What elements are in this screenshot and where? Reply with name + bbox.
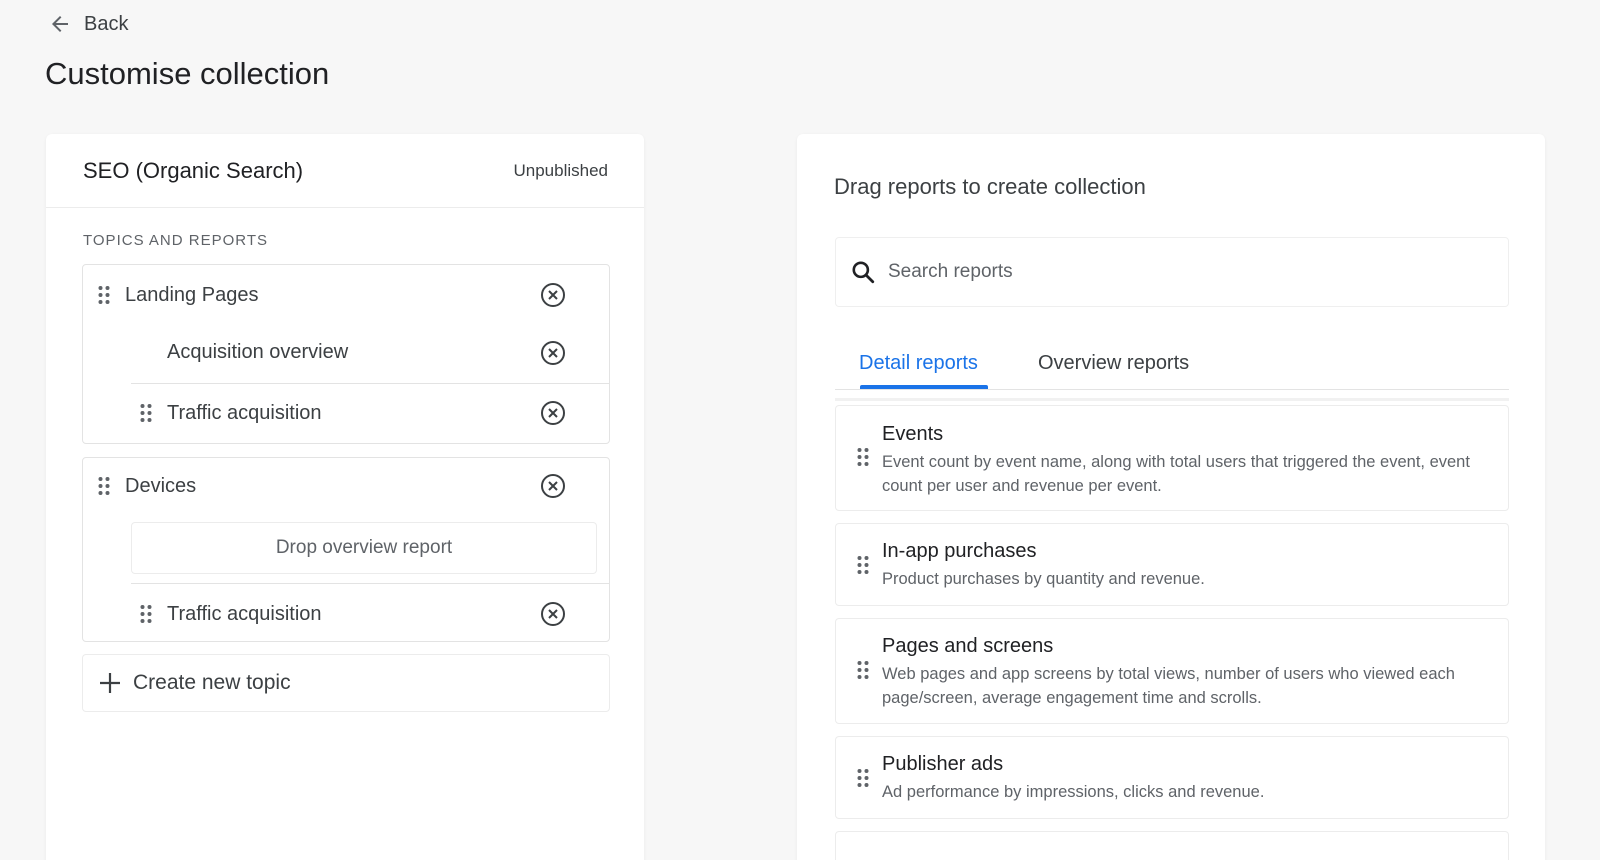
collection-header: SEO (Organic Search) Unpublished bbox=[46, 134, 644, 208]
close-circle-icon bbox=[541, 602, 565, 626]
divider bbox=[131, 583, 609, 584]
topic-header-row: Devices bbox=[97, 474, 196, 498]
report-description: Ad performance by impressions, clicks an… bbox=[882, 783, 1265, 801]
report-title: Pages and screens bbox=[882, 635, 1054, 657]
report-library-panel: Drag reports to create collection Detail… bbox=[797, 134, 1545, 860]
search-box[interactable] bbox=[835, 237, 1509, 307]
drag-handle-icon[interactable] bbox=[139, 402, 153, 424]
report-card-publisher-ads[interactable]: Publisher ads Ad performance by impressi… bbox=[835, 736, 1509, 819]
report-row[interactable]: Traffic acquisition bbox=[139, 602, 322, 626]
report-title: Events bbox=[882, 423, 944, 445]
remove-report-button[interactable] bbox=[540, 601, 566, 627]
drag-handle-icon[interactable] bbox=[97, 475, 111, 497]
arrow-left-icon bbox=[52, 16, 68, 32]
drag-handle-icon[interactable] bbox=[856, 659, 870, 686]
remove-topic-button[interactable] bbox=[540, 473, 566, 499]
status-badge: Unpublished bbox=[513, 160, 608, 180]
report-title: Publisher ads bbox=[882, 753, 1004, 775]
topic-landing-pages[interactable]: Landing Pages Acquisition overview Traff… bbox=[82, 264, 610, 444]
overview-report-label: Acquisition overview bbox=[167, 341, 349, 363]
plus-icon bbox=[100, 673, 120, 693]
list-top-edge bbox=[835, 398, 1509, 401]
section-label: TOPICS AND REPORTS bbox=[83, 232, 268, 249]
report-row[interactable]: Traffic acquisition bbox=[139, 401, 322, 425]
drag-handle-icon[interactable] bbox=[856, 554, 870, 581]
tab-detail-reports[interactable]: Detail reports bbox=[859, 352, 978, 375]
report-name: Traffic acquisition bbox=[167, 602, 322, 625]
report-card-pages-and-screens[interactable]: Pages and screens Web pages and app scre… bbox=[835, 618, 1509, 724]
overview-drop-zone[interactable]: Drop overview report bbox=[131, 522, 597, 574]
tab-overview-reports[interactable]: Overview reports bbox=[1038, 352, 1189, 375]
remove-topic-button[interactable] bbox=[540, 282, 566, 308]
report-name: Traffic acquisition bbox=[167, 401, 322, 424]
collection-panel: SEO (Organic Search) Unpublished TOPICS … bbox=[46, 134, 644, 860]
close-circle-icon bbox=[541, 474, 565, 498]
library-title: Drag reports to create collection bbox=[834, 174, 1146, 199]
close-circle-icon bbox=[541, 341, 565, 365]
drag-handle-icon[interactable] bbox=[856, 767, 870, 794]
close-circle-icon bbox=[541, 283, 565, 307]
topic-name: Devices bbox=[125, 474, 197, 497]
report-description: Product purchases by quantity and revenu… bbox=[882, 570, 1205, 588]
report-description: Web pages and app screens by total views… bbox=[882, 665, 1455, 707]
report-card-in-app-purchases[interactable]: In-app purchases Product purchases by qu… bbox=[835, 523, 1509, 606]
divider bbox=[131, 383, 609, 384]
drag-handle-icon[interactable] bbox=[856, 446, 870, 473]
remove-report-button[interactable] bbox=[540, 400, 566, 426]
remove-overview-button[interactable] bbox=[540, 340, 566, 366]
drop-zone-label: Drop overview report bbox=[275, 537, 453, 558]
drag-handle-icon[interactable] bbox=[139, 603, 153, 625]
back-button[interactable]: Back bbox=[48, 12, 128, 36]
report-card-events[interactable]: Events Event count by event name, along … bbox=[835, 405, 1509, 511]
close-circle-icon bbox=[541, 401, 565, 425]
topic-devices[interactable]: Devices Drop overview report Traffic acq… bbox=[82, 457, 610, 642]
create-topic-button[interactable]: Create new topic bbox=[82, 654, 610, 712]
search-icon bbox=[852, 261, 875, 284]
tab-divider bbox=[835, 389, 1509, 390]
report-description: Event count by event name, along with to… bbox=[882, 453, 1470, 495]
topic-name: Landing Pages bbox=[125, 283, 259, 306]
back-label: Back bbox=[84, 12, 129, 35]
report-card-partial[interactable] bbox=[835, 831, 1509, 860]
search-input[interactable] bbox=[888, 261, 1448, 283]
report-title: In-app purchases bbox=[882, 540, 1037, 562]
collection-name: SEO (Organic Search) bbox=[83, 157, 304, 183]
create-topic-label: Create new topic bbox=[133, 671, 291, 694]
topic-header-row: Landing Pages bbox=[97, 283, 258, 307]
page-title: Customise collection bbox=[45, 56, 330, 91]
drag-handle-icon[interactable] bbox=[97, 284, 111, 306]
